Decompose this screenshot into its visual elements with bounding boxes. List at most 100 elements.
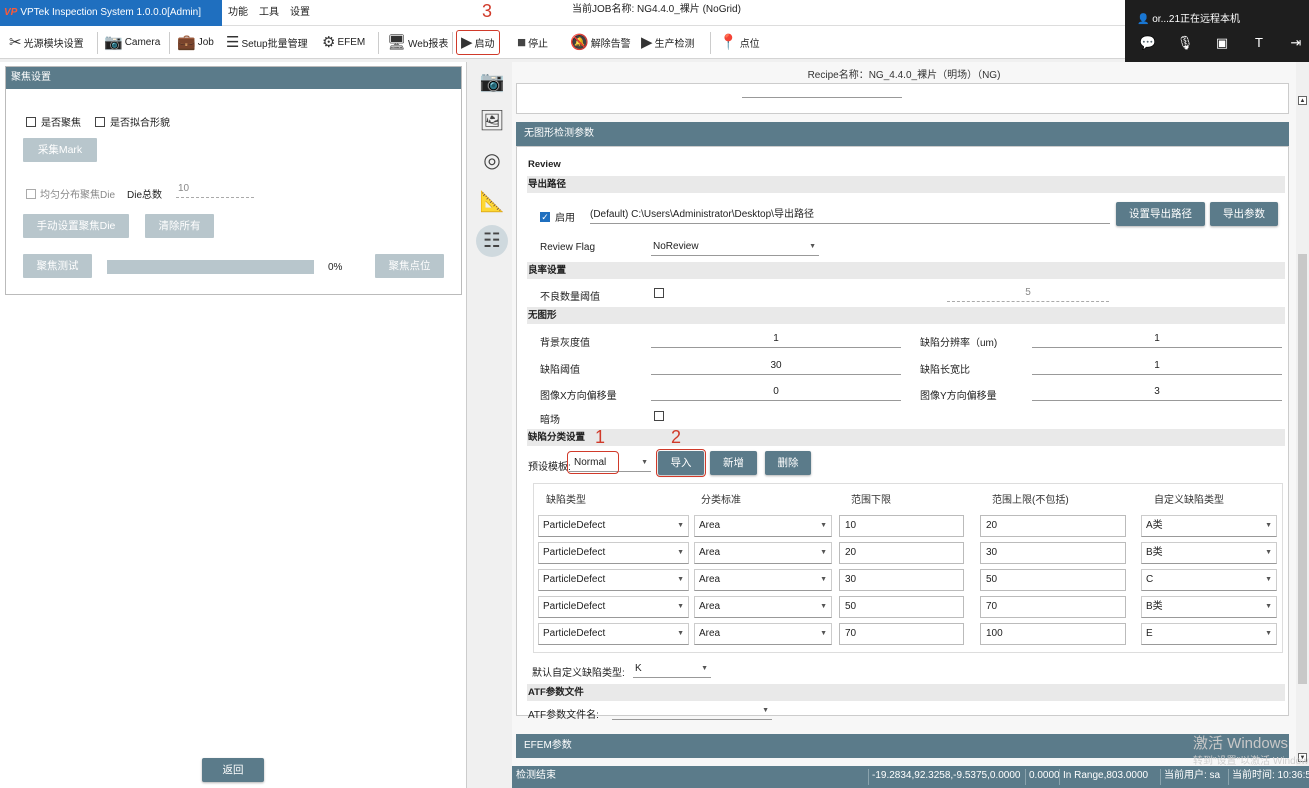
export-params-button[interactable]: 导出参数 (1210, 202, 1278, 226)
set-export-path-button[interactable]: 设置导出路径 (1116, 202, 1205, 226)
dark-field-checkbox[interactable] (654, 411, 664, 421)
classify-criteria-dropdown[interactable]: Area ▼ (694, 623, 832, 645)
previous-section-strip (516, 83, 1289, 114)
title-bar: VP VPTek Inspection System 1.0.0.0[Admin]… (0, 0, 1309, 26)
capture-mark-button[interactable]: 采集Mark (23, 138, 97, 162)
point-button[interactable]: 📍 点位 (719, 30, 760, 55)
scroll-up-icon[interactable]: ▲ (1298, 96, 1307, 105)
range-max-input[interactable]: 30 (980, 542, 1126, 564)
range-max-input[interactable]: 70 (980, 596, 1126, 618)
focus-test-button[interactable]: 聚焦测试 (23, 254, 92, 278)
exit-icon[interactable]: ⇥ (1285, 33, 1307, 53)
range-max-input[interactable]: 20 (980, 515, 1126, 537)
enable-export-checkbox[interactable]: ✓ (540, 211, 550, 222)
setup-batch-button[interactable]: ☰ Setup批量管理 (226, 30, 308, 55)
menu-function[interactable]: 功能 (223, 0, 253, 26)
cell-value: 50 (986, 574, 998, 585)
defect-type-dropdown[interactable]: ParticleDefect ▼ (538, 596, 689, 618)
no-pattern-params-body: Review 导出路径 ✓ 启用 (Default) C:\Users\Admin… (516, 146, 1289, 721)
defect-type-dropdown[interactable]: ParticleDefect ▼ (538, 623, 689, 645)
image-chart-icon[interactable]: 🖼 (476, 105, 508, 137)
defect-resolution-input[interactable]: 1 (1032, 330, 1282, 348)
job-button[interactable]: 💼 Job (177, 30, 214, 55)
range-min-input[interactable]: 20 (839, 542, 964, 564)
die-total-label: Die总数 (127, 190, 163, 201)
defect-type-dropdown[interactable]: ParticleDefect ▼ (538, 515, 689, 537)
bad-threshold-checkbox[interactable] (654, 288, 664, 298)
range-min-input[interactable]: 10 (839, 515, 964, 537)
manual-focus-die-button[interactable]: 手动设置聚焦Die (23, 214, 129, 238)
export-path-field[interactable]: (Default) C:\Users\Administrator\Desktop… (590, 206, 1110, 224)
classify-criteria-dropdown[interactable]: Area ▼ (694, 596, 832, 618)
die-total-input[interactable]: 10 (176, 182, 254, 198)
cell-value: Area (699, 628, 721, 639)
review-flag-dropdown[interactable]: NoReview ▼ (651, 238, 819, 256)
start-button[interactable]: ▶ 启动 (456, 30, 500, 55)
text-icon[interactable]: T (1248, 33, 1270, 53)
production-inspect-button[interactable]: ▶ 生产检测 (641, 30, 695, 55)
checklist-icon[interactable]: ☷ (476, 225, 508, 257)
focus-point-button[interactable]: 聚焦点位 (375, 254, 444, 278)
wafer-grid-icon[interactable]: ◎ (476, 145, 508, 177)
range-min-input[interactable]: 30 (839, 569, 964, 591)
delete-button[interactable]: 删除 (765, 451, 811, 475)
even-distribute-checkbox[interactable] (26, 188, 36, 199)
custom-type-dropdown[interactable]: B类 ▼ (1141, 596, 1277, 618)
focus-checkbox[interactable] (26, 116, 36, 127)
clear-all-button[interactable]: 清除所有 (145, 214, 214, 238)
stop-label: 停止 (528, 39, 549, 50)
whiteboard-icon[interactable]: ▣ (1211, 33, 1233, 53)
default-type-dropdown[interactable]: K ▼ (633, 660, 711, 678)
main-scrollbar[interactable]: ▲ ▼ (1296, 94, 1309, 766)
range-min-input[interactable]: 70 (839, 623, 964, 645)
defect-type-dropdown[interactable]: ParticleDefect ▼ (538, 569, 689, 591)
bg-gray-input[interactable]: 1 (651, 330, 901, 348)
menu-settings[interactable]: 设置 (285, 0, 315, 26)
defect-aspect-input[interactable]: 1 (1032, 357, 1282, 375)
clear-alarm-button[interactable]: 🔕 解除告警 (570, 30, 631, 55)
atf-file-dropdown[interactable]: ▼ (612, 702, 772, 720)
fit-shape-checkbox-row[interactable]: 是否拟合形貌 (95, 114, 170, 129)
custom-type-dropdown[interactable]: E ▼ (1141, 623, 1277, 645)
panel-title: 无图形检测参数 (516, 122, 1289, 146)
back-button[interactable]: 返回 (202, 758, 264, 782)
classify-criteria-dropdown[interactable]: Area ▼ (694, 569, 832, 591)
custom-type-dropdown[interactable]: B类 ▼ (1141, 542, 1277, 564)
add-button[interactable]: 新增 (710, 451, 757, 475)
status-value: 0.0000 (1029, 770, 1060, 781)
enable-export-row[interactable]: ✓ 启用 (540, 209, 575, 224)
range-min-input[interactable]: 50 (839, 596, 964, 618)
even-distribute-checkbox-row[interactable]: 均匀分布聚焦Die (26, 186, 115, 201)
app-logo: VP (4, 7, 18, 18)
clear-alarm-label: 解除告警 (590, 39, 631, 50)
offset-y-input[interactable]: 3 (1032, 383, 1282, 401)
light-module-button[interactable]: ✂ 光源模块设置 (9, 30, 84, 55)
ruler-tool-icon[interactable]: 📐 (476, 186, 508, 218)
robot-arm-icon: ⚙ (322, 34, 336, 51)
web-report-button[interactable]: 🖥 Web报表 (387, 30, 448, 55)
focus-checkbox-row[interactable]: 是否聚焦 (26, 114, 81, 129)
classify-criteria-dropdown[interactable]: Area ▼ (694, 515, 832, 537)
no-pattern-section: 无图形 (527, 307, 1285, 324)
microphone-icon[interactable]: 🎙 (1174, 33, 1196, 53)
classify-criteria-dropdown[interactable]: Area ▼ (694, 542, 832, 564)
defect-type-dropdown[interactable]: ParticleDefect ▼ (538, 542, 689, 564)
custom-type-dropdown[interactable]: C ▼ (1141, 569, 1277, 591)
menu-tools[interactable]: 工具 (254, 0, 284, 26)
range-max-input[interactable]: 100 (980, 623, 1126, 645)
chat-icon[interactable]: 💬 (1137, 33, 1159, 53)
grid-header: 范围上限(不包括) (992, 495, 1069, 506)
camera-icon[interactable]: 📷 (476, 66, 508, 98)
chevron-down-icon: ▼ (1265, 576, 1272, 583)
scrollbar-thumb[interactable] (1298, 254, 1307, 684)
custom-type-dropdown[interactable]: A类 ▼ (1141, 515, 1277, 537)
stop-button[interactable]: ■ 停止 (517, 30, 548, 55)
offset-x-input[interactable]: 0 (651, 383, 901, 401)
defect-threshold-input[interactable]: 30 (651, 357, 901, 375)
bad-threshold-input[interactable]: 5 (947, 284, 1109, 302)
range-max-input[interactable]: 50 (980, 569, 1126, 591)
camera-button[interactable]: 📷 Camera (104, 30, 160, 55)
main-panel: Recipe名称：NG_4.4.0_裸片（明场）（NG) 无图形检测参数 Rev… (512, 62, 1296, 766)
efem-button[interactable]: ⚙ EFEM (322, 30, 365, 55)
fit-shape-checkbox[interactable] (95, 116, 105, 127)
